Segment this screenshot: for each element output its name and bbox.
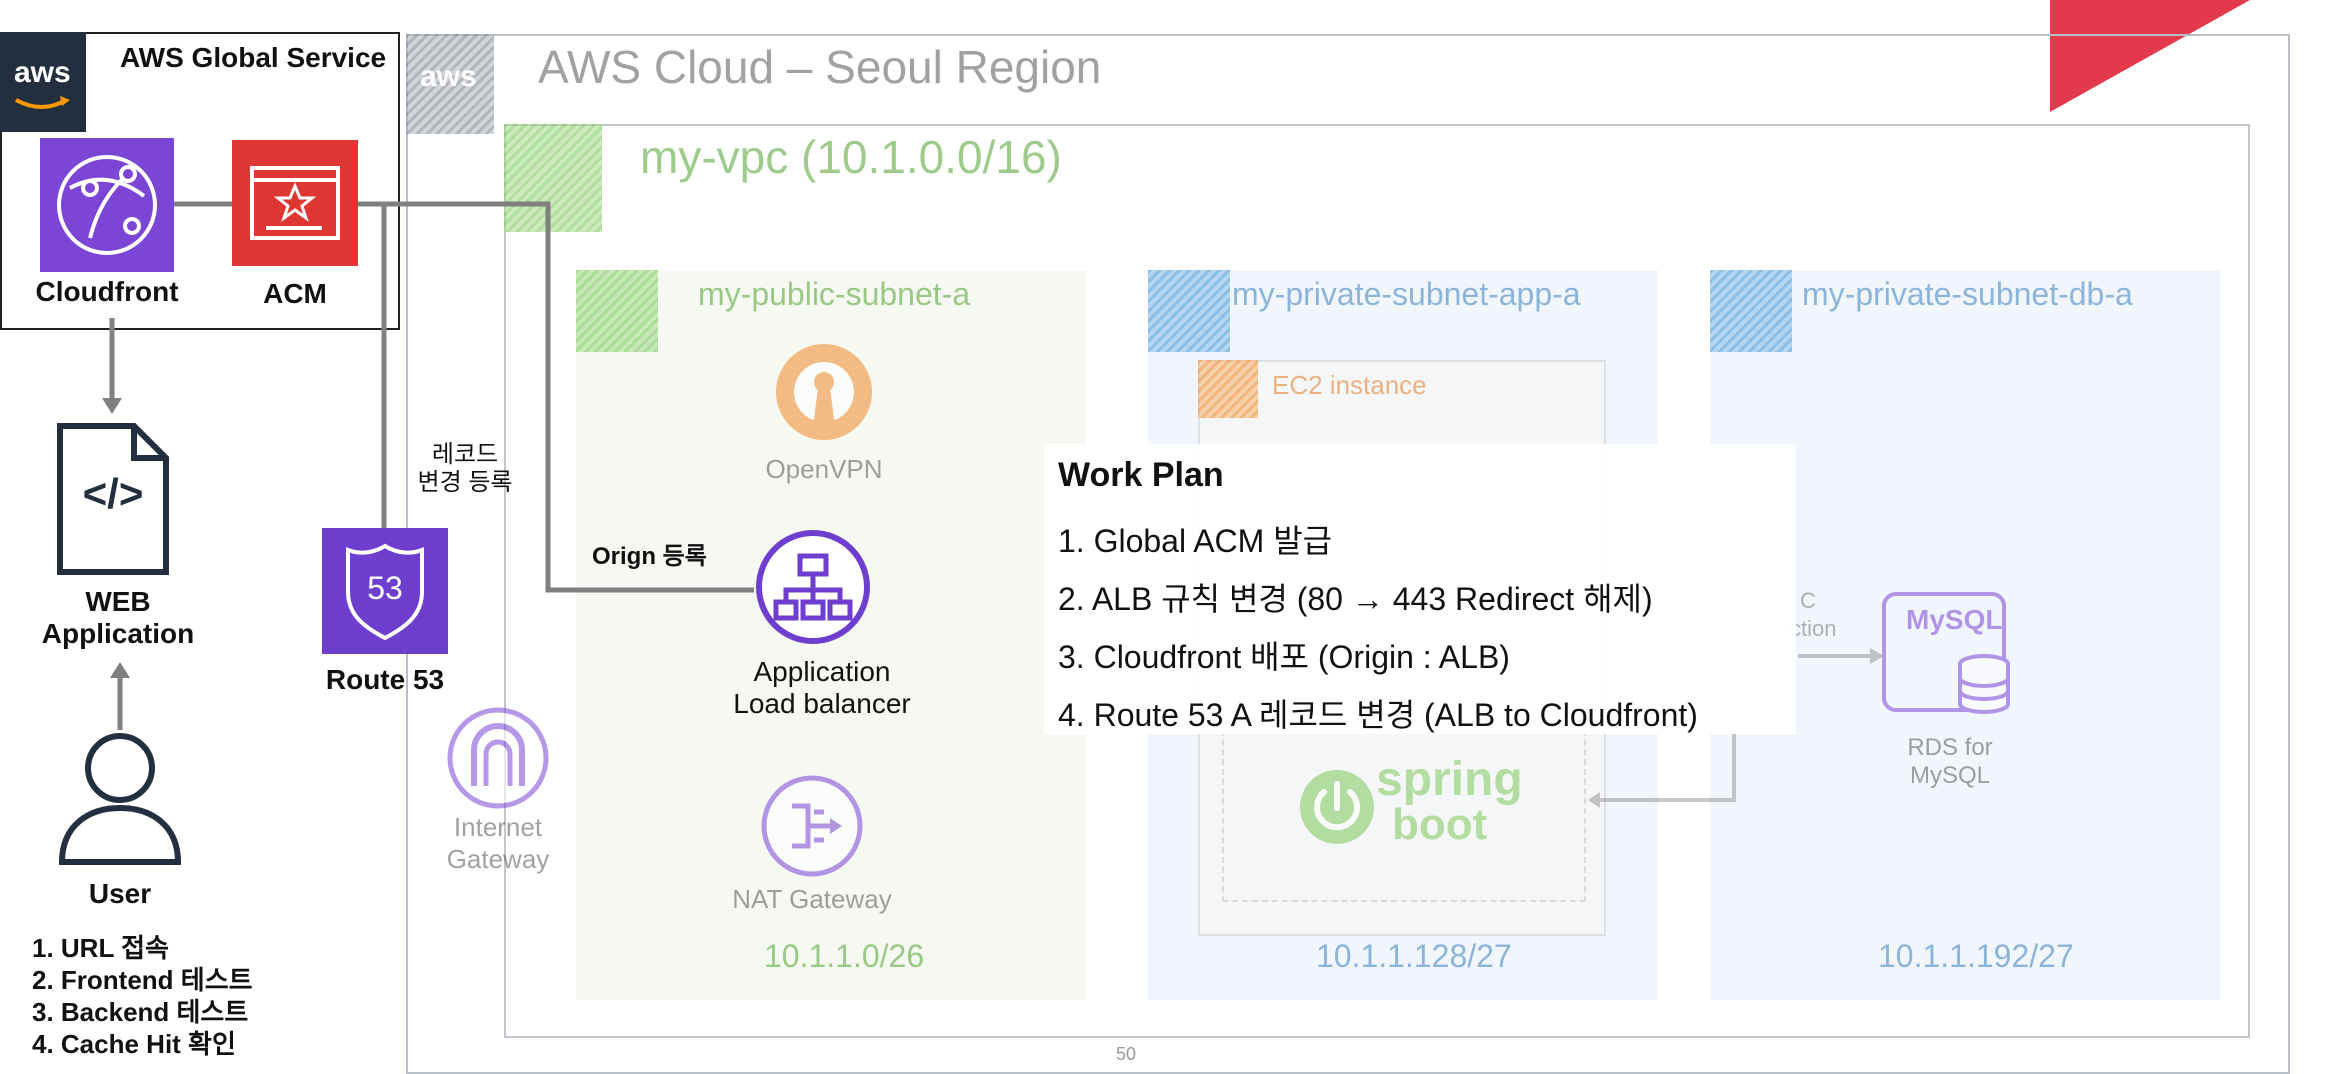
rds-label-line1: RDS for xyxy=(1907,734,1993,761)
connection-fragment-1: C xyxy=(1800,588,1816,613)
origin-registration-label: Orign 등록 xyxy=(592,543,707,570)
db-subnet-lock-icon xyxy=(1710,270,1792,352)
spring-word: spring xyxy=(1376,753,1523,806)
route53-badge: 53 xyxy=(367,570,403,606)
nat-gateway-icon xyxy=(761,775,863,877)
nat-gateway-label: NAT Gateway xyxy=(732,884,892,914)
internet-gateway-icon xyxy=(447,707,549,809)
work-plan-item-1: 1. Global ACM 발급 xyxy=(1058,523,1333,559)
work-plan-item-2: 2. ALB 규칙 변경 (80 → 443 Redirect 해제) xyxy=(1058,581,1653,617)
db-subnet-name: my-private-subnet-db-a xyxy=(1802,276,2133,312)
work-plan-item-3: 3. Cloudfront 배포 (Origin : ALB) xyxy=(1058,639,1510,675)
route53-label: Route 53 xyxy=(325,664,445,695)
ec2-icon xyxy=(1198,360,1258,418)
igw-label-line1: Internet xyxy=(453,812,543,842)
mysql-label: MySQL xyxy=(1906,604,2003,635)
record-change-label-line2: 변경 등록 xyxy=(417,469,513,496)
work-plan-item-4: 4. Route 53 A 레코드 변경 (ALB to Cloudfront) xyxy=(1058,697,1698,733)
connection-fragment-2: ction xyxy=(1790,616,1837,641)
spring-power-icon xyxy=(1300,770,1374,844)
user-label: User xyxy=(88,878,152,909)
igw-label-line2: Gateway xyxy=(446,844,550,874)
user-step-4: 4. Cache Hit 확인 xyxy=(32,1029,236,1059)
db-subnet-cidr: 10.1.1.192/27 xyxy=(1878,938,2074,974)
app-subnet-name: my-private-subnet-app-a xyxy=(1232,276,1581,312)
boot-word: boot xyxy=(1392,800,1488,849)
public-subnet-cidr: 10.1.1.0/26 xyxy=(764,938,925,974)
rds-label-line2: MySQL xyxy=(1909,762,1990,789)
web-app-label-line2: Application xyxy=(41,618,195,649)
app-subnet-cidr: 10.1.1.128/27 xyxy=(1316,938,1512,974)
work-plan-title: Work Plan xyxy=(1058,456,1224,494)
user-icon xyxy=(58,733,182,865)
app-subnet-lock-icon xyxy=(1148,270,1230,352)
web-code-glyph: </> xyxy=(82,470,144,517)
ec2-label: EC2 instance xyxy=(1272,370,1427,400)
page-number: 50 xyxy=(1116,1044,1137,1064)
web-app-label-line1: WEB xyxy=(85,586,151,617)
